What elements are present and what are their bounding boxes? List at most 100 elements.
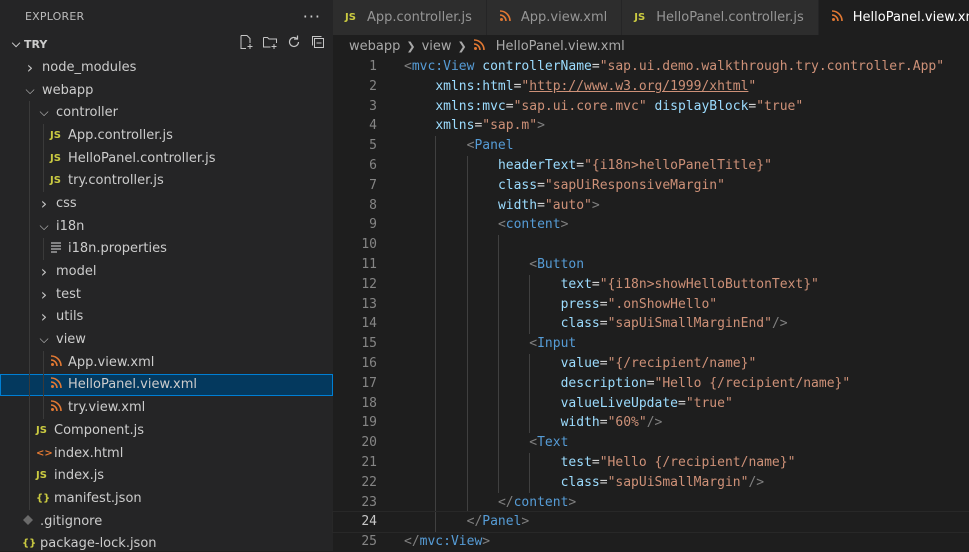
refresh-icon[interactable] bbox=[285, 34, 303, 54]
tree-item-label: .gitignore bbox=[40, 513, 103, 529]
indent-guide bbox=[529, 413, 531, 434]
tree-file[interactable]: App.view.xml bbox=[0, 350, 333, 374]
tree-folder[interactable]: ⌵ controller bbox=[0, 101, 333, 125]
code-text: </content> bbox=[404, 493, 576, 513]
indent-guide bbox=[29, 305, 30, 329]
new-folder-icon[interactable] bbox=[261, 34, 279, 54]
indent-guide bbox=[43, 237, 44, 261]
new-file-icon[interactable] bbox=[237, 34, 255, 54]
token-attr: xmlns:html bbox=[435, 78, 514, 94]
code-line: 21 test="Hello {/recipient/name}" bbox=[333, 452, 969, 473]
token-link[interactable]: http://www.w3.org/1999/xhtml bbox=[529, 79, 748, 94]
code-text: valueLiveUpdate="true" bbox=[404, 394, 733, 414]
tree-folder[interactable]: › css bbox=[0, 192, 333, 215]
root-folder-label: TRY bbox=[24, 37, 48, 51]
token-str: "sap.ui.demo.walkthrough.try.controller.… bbox=[599, 59, 945, 74]
indent-guide bbox=[497, 254, 499, 275]
tree-item-label: Component.js bbox=[54, 422, 144, 438]
token-eq: = bbox=[599, 474, 608, 490]
tree-folder[interactable]: › utils bbox=[0, 305, 333, 329]
indent-guide bbox=[529, 472, 531, 493]
indent-guide bbox=[497, 235, 499, 255]
tree-file[interactable]: .gitignore bbox=[0, 510, 333, 533]
token-punct: > bbox=[568, 494, 577, 510]
code-line: 10 bbox=[333, 235, 969, 255]
token-attr: description bbox=[560, 375, 647, 391]
tree-folder[interactable]: › node_modules bbox=[0, 56, 333, 79]
tree-folder[interactable]: › test bbox=[0, 282, 333, 306]
code-line: 8 width="auto"> bbox=[333, 195, 969, 216]
line-number: 22 bbox=[361, 474, 377, 490]
tree-file[interactable]: {} package-lock.json bbox=[0, 532, 333, 551]
code-text: <Panel bbox=[404, 136, 514, 156]
code-text: xmlns:mvc="sap.ui.core.mvc" displayBlock… bbox=[404, 97, 803, 117]
code-line: 16 value="{/recipient/name}" bbox=[333, 353, 969, 374]
indent-guide bbox=[466, 472, 468, 493]
tree-file[interactable]: i18n.properties bbox=[0, 237, 333, 261]
rss-icon bbox=[473, 38, 491, 54]
tree-file[interactable]: HelloPanel.view.xml bbox=[0, 373, 333, 397]
indent-guide bbox=[29, 350, 30, 374]
tree-item-label: i18n bbox=[56, 218, 85, 234]
more-actions-icon[interactable]: ··· bbox=[303, 7, 321, 26]
tree-file[interactable]: {} manifest.json bbox=[0, 487, 333, 510]
tree-folder[interactable]: ⌵ webapp bbox=[0, 79, 333, 102]
rss-icon bbox=[50, 354, 68, 370]
breadcrumb-item[interactable]: webapp bbox=[349, 39, 400, 54]
js-file-icon: JS bbox=[50, 129, 61, 141]
tree-item-label: index.html bbox=[54, 445, 124, 461]
tree-file[interactable]: JS App.controller.js bbox=[0, 124, 333, 147]
token-tag: content bbox=[513, 494, 569, 510]
token-str: "true" bbox=[685, 395, 733, 411]
breadcrumb-item[interactable]: HelloPanel.view.xml bbox=[496, 39, 625, 54]
tree-item-label: webapp bbox=[42, 82, 94, 98]
code-editor[interactable]: 1 <mvc:View controllerName="sap.ui.demo.w… bbox=[332, 57, 969, 552]
indent-guide bbox=[435, 254, 437, 275]
token-tag: Text bbox=[537, 435, 569, 451]
indent-guide bbox=[29, 124, 30, 147]
indent-guide bbox=[29, 214, 30, 238]
indent-guide bbox=[435, 373, 437, 394]
code-text: </Panel> bbox=[404, 512, 530, 532]
indent-guide bbox=[29, 373, 30, 397]
token-eq: = bbox=[591, 276, 600, 292]
file-tree: › node_modules ⌵ webapp ⌵ controller JS App.con… bbox=[0, 56, 333, 551]
code-line: 6 headerText="{i18n>helloPanelTitle}" bbox=[333, 155, 969, 176]
token-punct: > bbox=[537, 118, 545, 134]
code-text: description="Hello {/recipient/name}" bbox=[404, 374, 851, 394]
editor-area: JS App.controller.js App.view.xml JS HelloPa… bbox=[332, 0, 969, 552]
code-line: 5 <Panel bbox=[333, 136, 969, 156]
tree-folder[interactable]: ⌵ view bbox=[0, 328, 333, 351]
rss-icon bbox=[50, 400, 68, 415]
chevron-right-icon: › bbox=[40, 284, 48, 304]
explorer-sidebar: EXPLORER ··· ⌵ TRY › node_modules ⌵ webapp ⌵… bbox=[0, 0, 333, 551]
tab-app-view-xml[interactable]: App.view.xml bbox=[486, 0, 623, 35]
tree-folder[interactable]: ⌵ i18n bbox=[0, 214, 333, 238]
token-eq: = bbox=[537, 197, 545, 213]
token-eq: = bbox=[599, 316, 608, 332]
collapse-all-icon[interactable] bbox=[309, 34, 327, 54]
indent-guide bbox=[29, 169, 30, 193]
tree-file[interactable]: <> index.html bbox=[0, 441, 333, 465]
indent-guide bbox=[529, 353, 531, 374]
tree-file[interactable]: JS HelloPanel.controller.js bbox=[0, 146, 333, 170]
tab-hellopanel-controller-js[interactable]: JS HelloPanel.controller.js bbox=[622, 0, 819, 35]
indent-guide bbox=[435, 136, 437, 156]
tree-file[interactable]: JS index.js bbox=[0, 464, 333, 488]
token-punct: /> bbox=[748, 474, 765, 490]
indent-guide bbox=[435, 472, 437, 493]
code-line: 3 xmlns:mvc="sap.ui.core.mvc" displayBloc… bbox=[333, 97, 969, 117]
indent-guide bbox=[29, 282, 30, 306]
breadcrumb-item[interactable]: view bbox=[422, 39, 452, 54]
tree-file[interactable]: JS Component.js bbox=[0, 419, 333, 442]
tree-file[interactable]: try.view.xml bbox=[0, 396, 333, 419]
indent-guide bbox=[529, 393, 531, 414]
root-folder[interactable]: ⌵ TRY bbox=[0, 32, 333, 56]
tree-item-label: HelloPanel.view.xml bbox=[68, 377, 197, 393]
indent-guide bbox=[435, 235, 437, 255]
tab-app-controller-js[interactable]: JS App.controller.js bbox=[333, 0, 487, 35]
tree-file[interactable]: JS try.controller.js bbox=[0, 169, 333, 193]
tree-folder[interactable]: › model bbox=[0, 260, 333, 283]
tab-hellopanel-view-xml[interactable]: HelloPanel.view.xml bbox=[818, 0, 969, 35]
indent-guide bbox=[529, 373, 531, 394]
